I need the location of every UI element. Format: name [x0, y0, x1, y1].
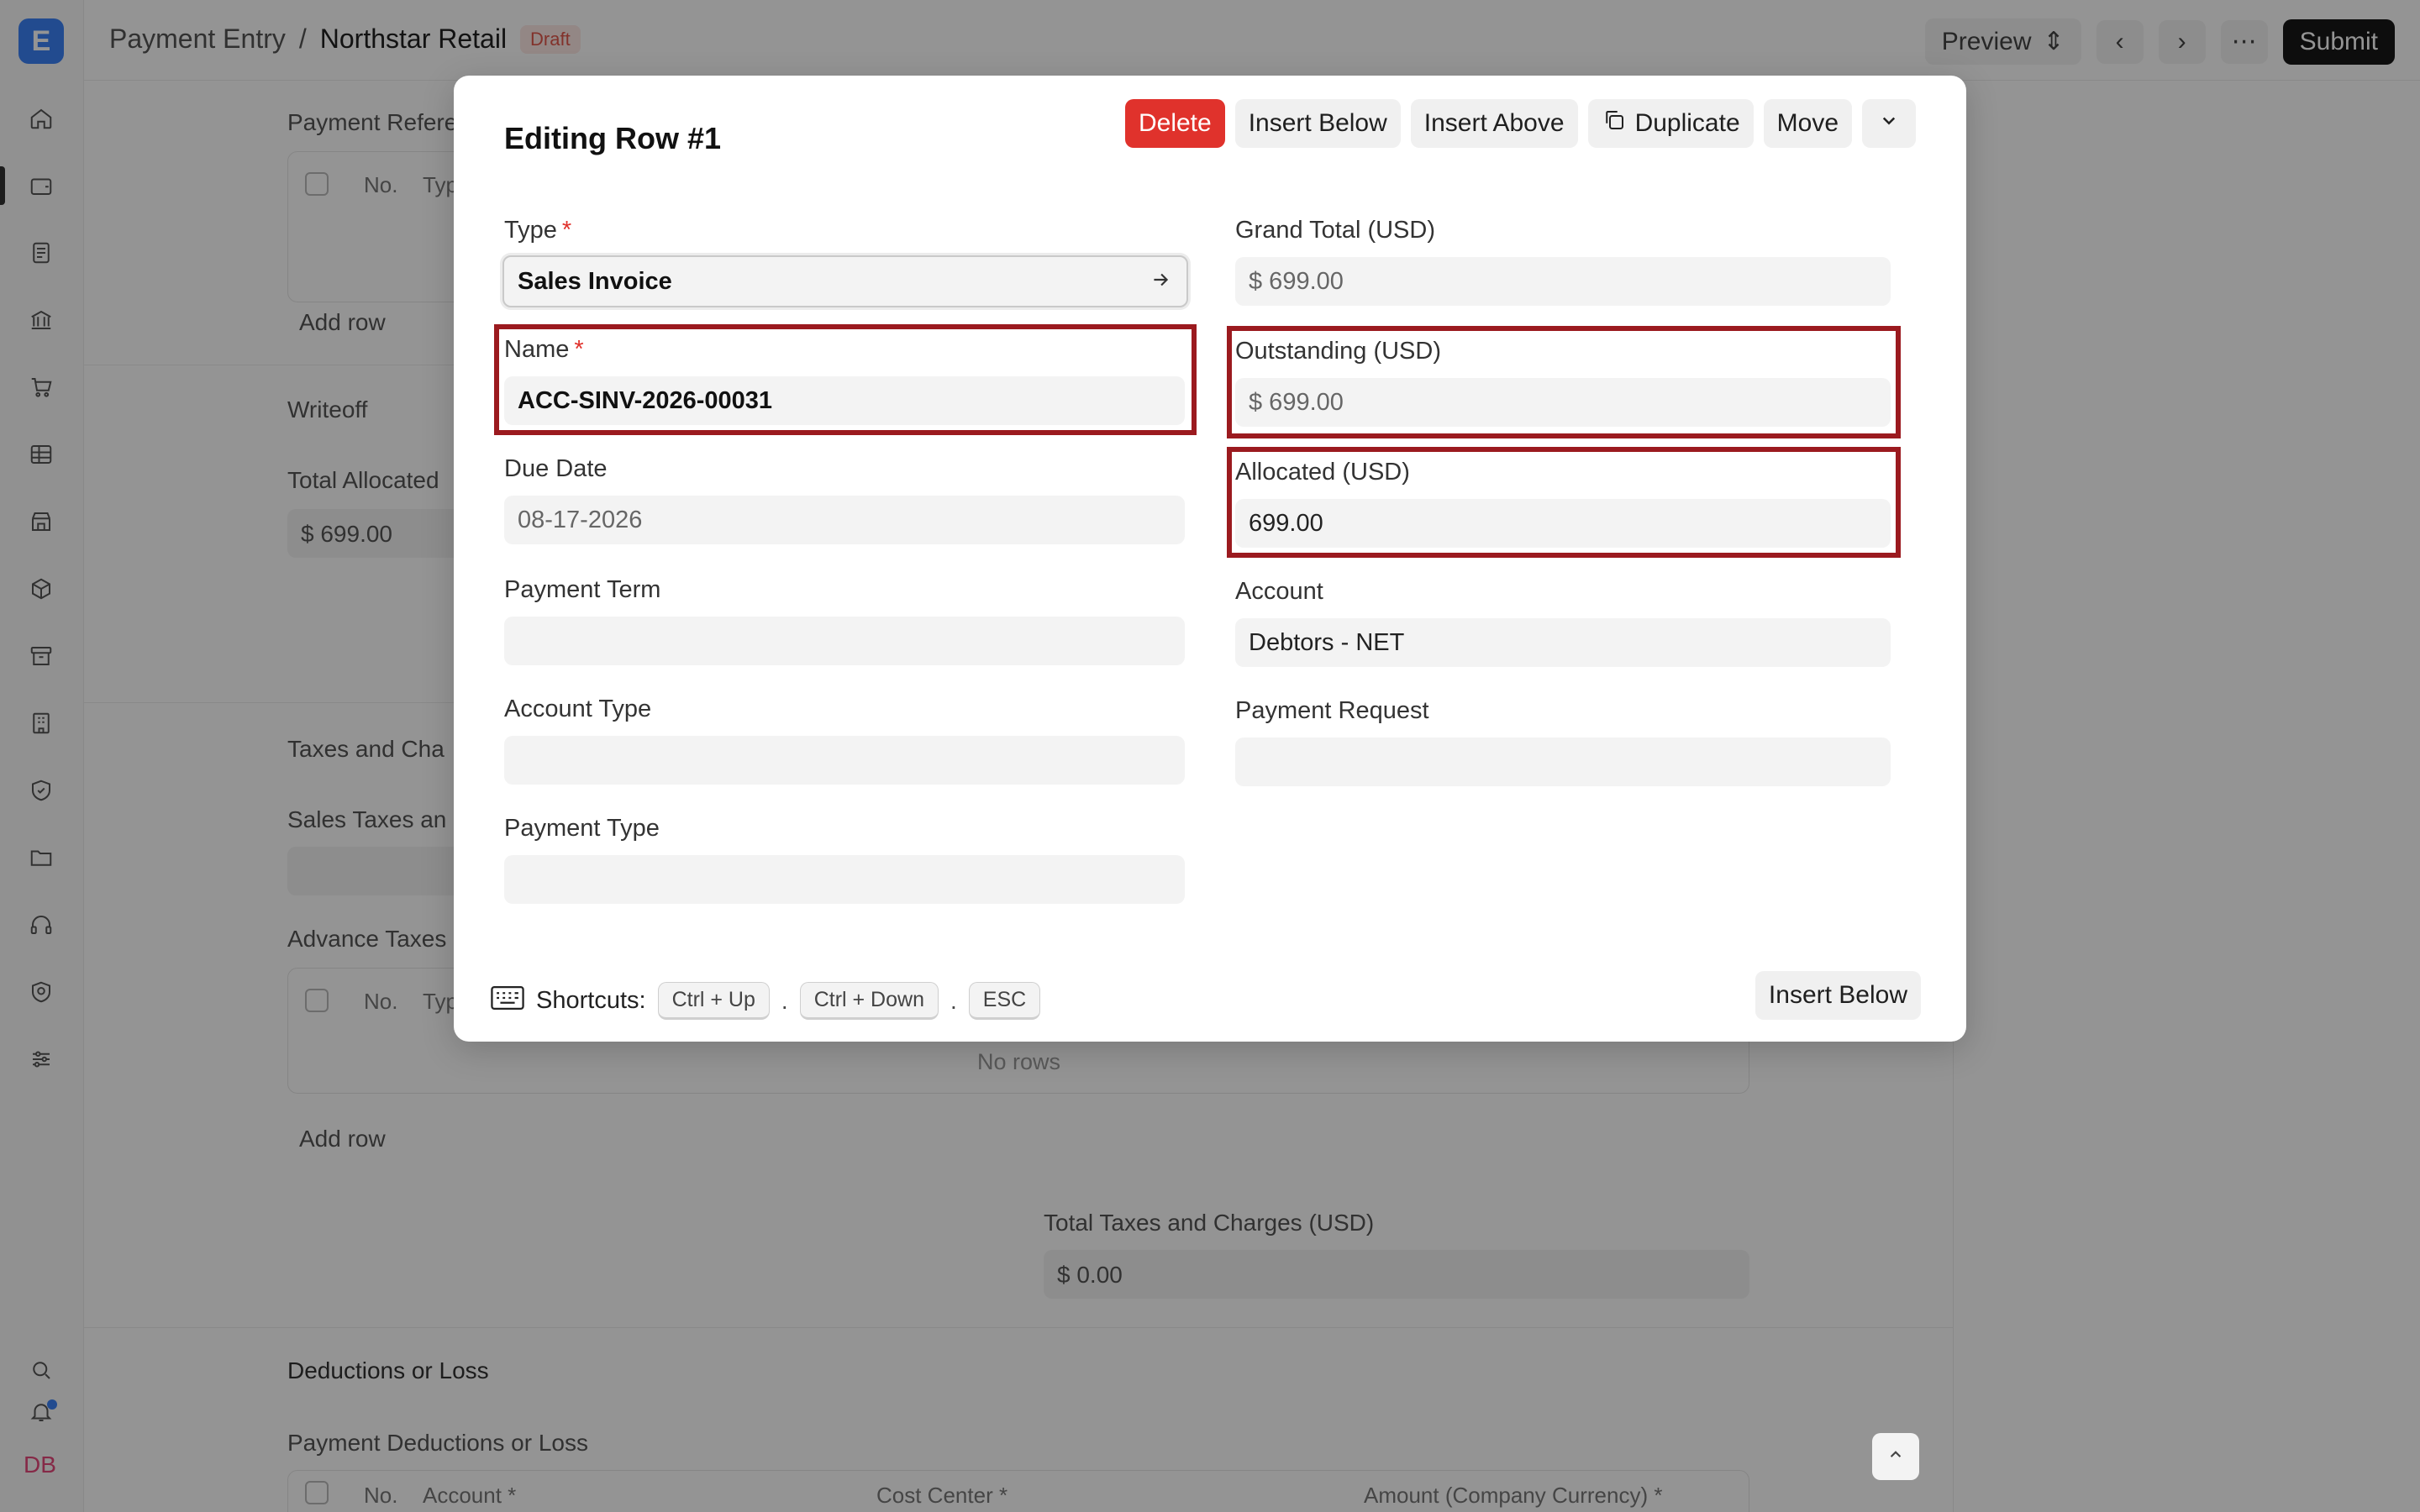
type-label-text: Type: [504, 217, 557, 244]
keyboard-icon: [491, 984, 524, 1018]
account-field[interactable]: Debtors - NET: [1235, 618, 1891, 667]
arrow-right-icon[interactable]: [1150, 269, 1171, 291]
account-type-field[interactable]: [504, 736, 1185, 785]
account-type-label: Account Type: [504, 696, 652, 722]
insert-above-button[interactable]: Insert Above: [1410, 99, 1578, 148]
duplicate-label: Duplicate: [1634, 109, 1740, 137]
copy-icon: [1602, 108, 1627, 139]
shortcuts-label: Shortcuts:: [536, 987, 646, 1014]
highlight-name-field: [494, 324, 1197, 435]
insert-below-button[interactable]: Insert Below: [1234, 99, 1401, 148]
shortcut-separator: .: [950, 987, 957, 1014]
grand-total-label: Grand Total (USD): [1235, 217, 1435, 244]
edit-row-dialog: Editing Row #1 Delete Insert Below Inser…: [454, 76, 1966, 1042]
chevron-down-icon: [1876, 108, 1902, 139]
payment-term-label: Payment Term: [504, 576, 661, 603]
payment-type-label: Payment Type: [504, 815, 660, 842]
shortcuts-bar: Shortcuts: Ctrl + Up . Ctrl + Down . ESC: [491, 982, 1041, 1020]
type-value: Sales Invoice: [518, 267, 672, 295]
shortcut-key-ctrl-up: Ctrl + Up: [657, 982, 770, 1020]
delete-button[interactable]: Delete: [1124, 99, 1225, 148]
payment-term-field[interactable]: [504, 617, 1185, 665]
more-actions-button[interactable]: [1862, 99, 1916, 148]
due-date-field[interactable]: 08-17-2026: [504, 496, 1185, 544]
highlight-allocated-field: [1227, 447, 1901, 558]
grand-total-field: $ 699.00: [1235, 257, 1891, 306]
move-button[interactable]: Move: [1763, 99, 1852, 148]
duplicate-button[interactable]: Duplicate: [1587, 99, 1754, 148]
scroll-top-button[interactable]: [1872, 1433, 1919, 1480]
footer-insert-below-button[interactable]: Insert Below: [1754, 971, 1921, 1020]
type-label: Type *: [504, 217, 571, 244]
type-field[interactable]: Sales Invoice: [502, 255, 1188, 307]
dialog-actions: Delete Insert Below Insert Above Duplica…: [1124, 99, 1916, 148]
shortcut-separator: .: [781, 987, 788, 1014]
highlight-outstanding-field: [1227, 326, 1901, 438]
required-mark: *: [561, 217, 572, 244]
account-label: Account: [1235, 578, 1323, 605]
shortcut-key-ctrl-down: Ctrl + Down: [799, 982, 939, 1020]
shortcut-key-esc: ESC: [968, 982, 1041, 1020]
dialog-title: Editing Row #1: [504, 121, 722, 155]
payment-type-field[interactable]: [504, 855, 1185, 904]
due-date-label: Due Date: [504, 455, 608, 482]
payment-request-label: Payment Request: [1235, 697, 1429, 724]
payment-request-field[interactable]: [1235, 738, 1891, 786]
chevron-up-icon: [1885, 1444, 1907, 1470]
